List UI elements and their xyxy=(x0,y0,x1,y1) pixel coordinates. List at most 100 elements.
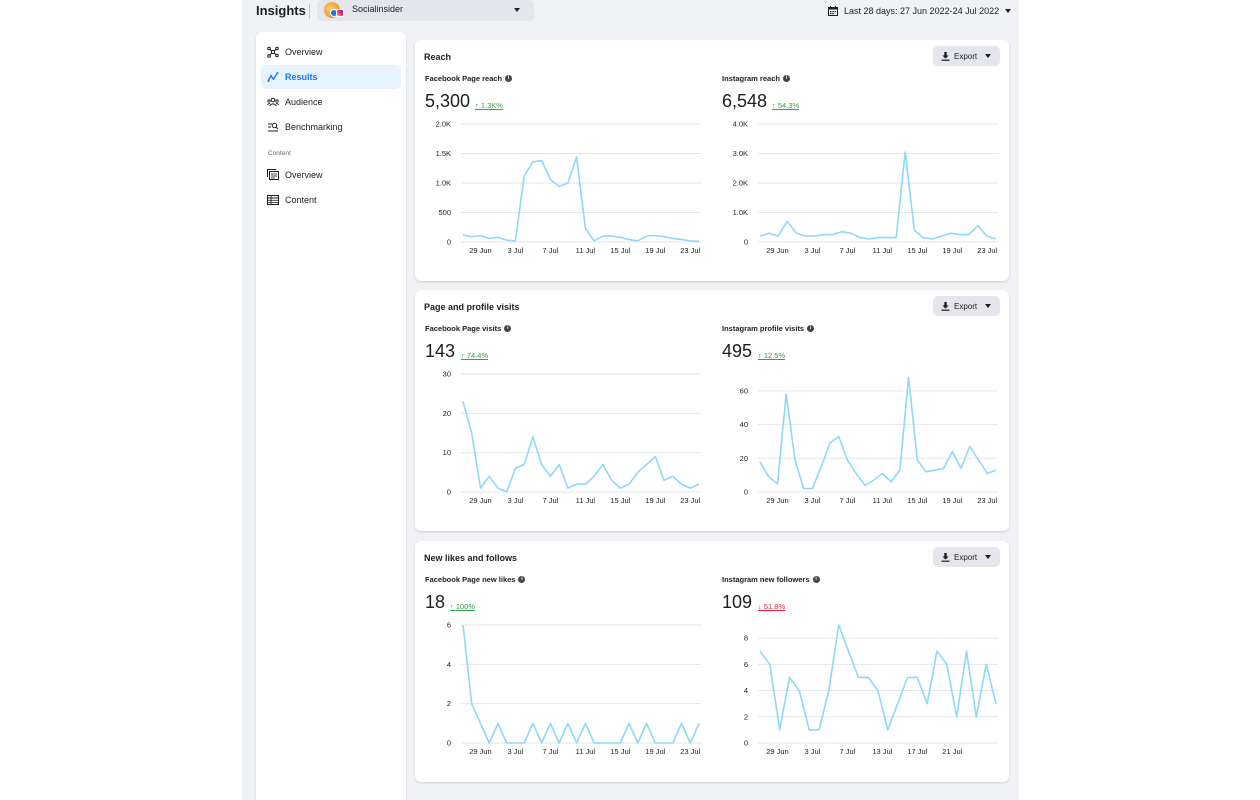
x-tick-label: 7 Jul xyxy=(839,496,855,505)
sidebar-item-label: Audience xyxy=(285,97,323,107)
x-tick-label: 23 Jul xyxy=(680,246,700,255)
y-tick-label: 20 xyxy=(443,409,451,418)
x-tick-label: 7 Jul xyxy=(839,747,855,756)
calendar-icon xyxy=(828,6,838,16)
series-line xyxy=(759,376,997,490)
y-tick-label: 30 xyxy=(443,370,451,379)
metric-value: 143 xyxy=(425,341,456,361)
info-icon[interactable]: i xyxy=(518,576,526,583)
y-tick-label: 500 xyxy=(438,208,451,217)
x-tick-label: 15 Jul xyxy=(907,246,927,255)
metric-change: ↑ 74.4% xyxy=(461,351,489,360)
sidebar-item-audience[interactable]: Audience xyxy=(261,90,401,114)
sidebar-item-content[interactable]: Content xyxy=(261,188,401,212)
series-line xyxy=(462,624,700,744)
x-tick-label: 7 Jul xyxy=(542,747,558,756)
account-selector[interactable]: Socialinsider xyxy=(317,0,534,21)
sidebar-item-overview[interactable]: Overview xyxy=(261,40,401,64)
benchmarking-icon xyxy=(267,121,279,133)
date-range-picker[interactable]: Last 28 days: 27 Jun 2022-24 Jul 2022 xyxy=(828,3,1012,19)
account-avatar xyxy=(324,2,346,18)
x-tick-label: 7 Jul xyxy=(839,246,855,255)
top-bar: Insights Socialinsider Last 28 days: 27 … xyxy=(242,0,1019,24)
sidebar-item-benchmarking[interactable]: Benchmarking xyxy=(261,115,401,139)
metric-instagram-new-followers: Instagram new followers i 109 ↓ 51.8% 0 2 4… xyxy=(722,541,1012,781)
sidebar-item-label: Overview xyxy=(285,170,323,180)
sidebar-item-label: Overview xyxy=(285,47,323,57)
line-chart: 0 20 40 60 29 Jun 3 Jul 7 Jul 11 Jul 15 Jul 19 Ju… xyxy=(740,376,998,505)
y-tick-label: 0 xyxy=(447,238,451,247)
metric-value: 5,300 xyxy=(425,91,471,111)
sidebar-item-label: Results xyxy=(285,72,318,82)
overview-icon xyxy=(267,46,279,58)
x-tick-label: 15 Jul xyxy=(610,496,630,505)
metric-facebook-page-reach: Facebook Page reach i 5,300 ↑ 1.3K% 0 500 1… xyxy=(425,40,715,280)
sidebar-section-label: Content xyxy=(268,150,291,157)
y-tick-label: 2.0K xyxy=(436,120,451,129)
metric-label: Facebook Page reach xyxy=(425,74,503,83)
sidebar-item-results[interactable]: Results xyxy=(261,65,401,89)
account-name: Socialinsider xyxy=(352,4,404,14)
x-tick-label: 19 Jul xyxy=(942,496,962,505)
info-icon[interactable]: i xyxy=(812,576,820,583)
x-tick-label: 29 Jun xyxy=(766,246,789,255)
chevron-down-icon xyxy=(514,8,520,12)
x-tick-label: 19 Jul xyxy=(645,246,665,255)
info-icon[interactable]: i xyxy=(504,325,512,332)
y-tick-label: 1.5K xyxy=(436,149,451,158)
y-tick-label: 0 xyxy=(447,488,451,497)
x-tick-label: 11 Jul xyxy=(576,246,596,255)
metric-facebook-page-visits: Facebook Page visits i 143 ↑ 74.4% 0 10 20 3… xyxy=(425,290,715,530)
sidebar-item-label: Benchmarking xyxy=(285,122,343,132)
y-tick-label: 0 xyxy=(744,238,748,247)
line-chart: 0 10 20 30 29 Jun 3 Jul 7 Jul 11 Jul 15 Jul 19 Ju… xyxy=(443,370,701,505)
x-tick-label: 29 Jun xyxy=(469,496,492,505)
y-tick-label: 2 xyxy=(744,712,748,721)
x-tick-label: 7 Jul xyxy=(542,496,558,505)
y-tick-label: 60 xyxy=(740,386,748,395)
info-icon[interactable]: i xyxy=(505,75,513,82)
y-tick-label: 20 xyxy=(740,454,748,463)
card-new-likes-follows: New likes and follows Export Facebook Pa… xyxy=(415,541,1009,782)
info-icon[interactable]: i xyxy=(782,75,790,82)
x-tick-label: 19 Jul xyxy=(942,246,962,255)
series-line xyxy=(462,401,700,493)
x-tick-label: 15 Jul xyxy=(610,246,630,255)
sidebar-item-label: Content xyxy=(285,195,317,205)
audience-icon xyxy=(267,96,279,108)
x-tick-label: 3 Jul xyxy=(508,496,524,505)
x-tick-label: 3 Jul xyxy=(805,246,821,255)
y-tick-label: 0 xyxy=(744,739,748,748)
y-tick-label: 40 xyxy=(740,420,748,429)
y-tick-label: 3.0K xyxy=(733,149,748,158)
metric-instagram-profile-visits: Instagram profile visits i 495 ↑ 12.5% 0 2… xyxy=(722,290,1012,530)
y-tick-label: 2 xyxy=(447,699,451,708)
metric-value: 18 xyxy=(425,592,446,612)
x-tick-label: 3 Jul xyxy=(805,747,821,756)
y-tick-label: 6 xyxy=(744,660,748,669)
x-tick-label: 23 Jul xyxy=(680,747,700,756)
page-title: Insights xyxy=(256,3,306,18)
sidebar-item-content-overview[interactable]: Overview xyxy=(261,163,401,187)
x-tick-label: 13 Jul xyxy=(872,747,892,756)
y-tick-label: 4.0K xyxy=(733,120,748,129)
content-overview-icon xyxy=(267,169,279,181)
metric-facebook-page-new-likes: Facebook Page new likes i 18 ↑ 100% 0 2 4 6 2… xyxy=(425,541,715,781)
y-tick-label: 1.0K xyxy=(436,179,451,188)
metric-label: Facebook Page new likes xyxy=(425,575,516,584)
info-icon[interactable]: i xyxy=(807,325,815,332)
x-tick-label: 19 Jul xyxy=(645,496,665,505)
y-tick-label: 4 xyxy=(744,686,748,695)
y-tick-label: 1.0K xyxy=(733,208,748,217)
y-tick-label: 4 xyxy=(447,660,451,669)
y-tick-label: 10 xyxy=(443,448,451,457)
y-tick-label: 0 xyxy=(447,739,451,748)
x-tick-label: 23 Jul xyxy=(977,496,997,505)
metric-change: ↓ 51.8% xyxy=(758,602,786,611)
series-line xyxy=(462,156,700,243)
x-tick-label: 19 Jul xyxy=(645,747,665,756)
card-reach: Reach Export Facebook Page reach i 5,300 … xyxy=(415,40,1009,281)
title-divider xyxy=(309,4,310,19)
chevron-down-icon xyxy=(1005,9,1012,13)
x-tick-label: 11 Jul xyxy=(873,496,893,505)
